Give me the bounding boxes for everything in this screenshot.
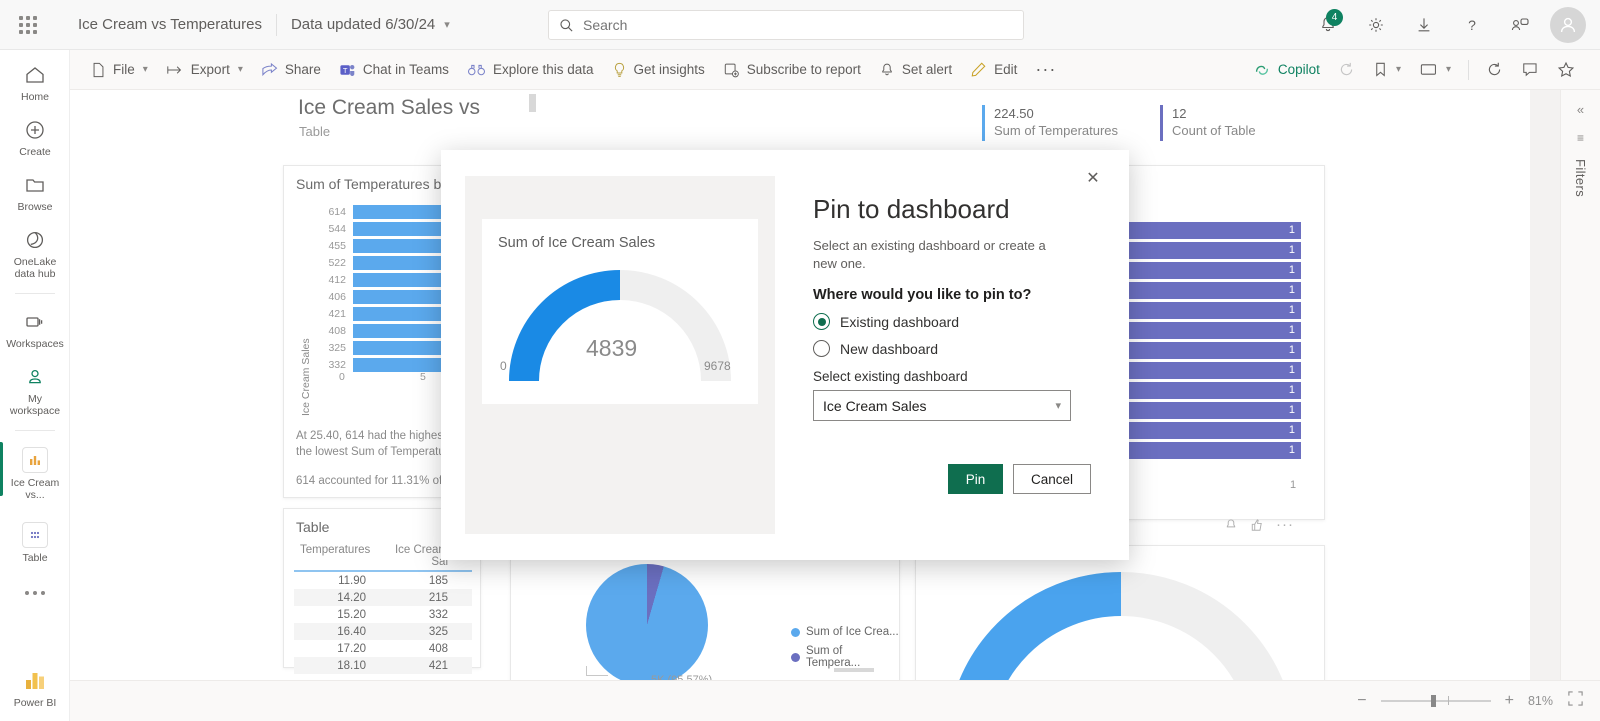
preview-gauge-min: 0 <box>500 359 507 373</box>
dialog-body: ✕ Pin to dashboard Select an existing da… <box>775 150 1129 560</box>
cancel-button[interactable]: Cancel <box>1013 464 1091 494</box>
dialog-buttons: Pin Cancel <box>948 464 1091 494</box>
radio-label: New dashboard <box>840 340 939 357</box>
radio-button-selected[interactable] <box>813 313 830 330</box>
chevron-down-icon: ▾ <box>1055 400 1061 412</box>
preview-gauge-value: 4839 <box>586 335 638 361</box>
dialog-title: Pin to dashboard <box>813 194 1010 224</box>
power-bi-report-page: Ice Cream vs Temperatures Data updated 6… <box>0 0 1600 721</box>
radio-new-dashboard[interactable]: New dashboard <box>813 340 1091 357</box>
preview-title: Sum of Ice Cream Sales <box>498 235 656 251</box>
preview-gauge-max: 9678 <box>704 359 731 373</box>
selected-dashboard-value: Ice Cream Sales <box>823 397 927 414</box>
pin-button[interactable]: Pin <box>948 464 1003 494</box>
select-dashboard-label: Select existing dashboard <box>813 369 968 384</box>
radio-label: Existing dashboard <box>840 313 960 330</box>
radio-button[interactable] <box>813 340 830 357</box>
dialog-visual-preview: Sum of Ice Cream Sales 4839 0 9678 <box>465 176 775 534</box>
select-existing-dashboard-dropdown[interactable]: Ice Cream Sales ▾ <box>813 390 1071 421</box>
radio-existing-dashboard[interactable]: Existing dashboard <box>813 313 1091 330</box>
preview-gauge: 4839 0 9678 <box>498 263 742 383</box>
close-icon[interactable]: ✕ <box>1079 164 1107 192</box>
dialog-description: Select an existing dashboard or create a… <box>813 238 1046 271</box>
dialog-question: Where would you like to pin to? <box>813 287 1032 303</box>
pin-to-dashboard-dialog: Sum of Ice Cream Sales 4839 0 9678 ✕ Pin… <box>441 150 1129 560</box>
preview-card: Sum of Ice Cream Sales 4839 0 9678 <box>482 219 758 404</box>
